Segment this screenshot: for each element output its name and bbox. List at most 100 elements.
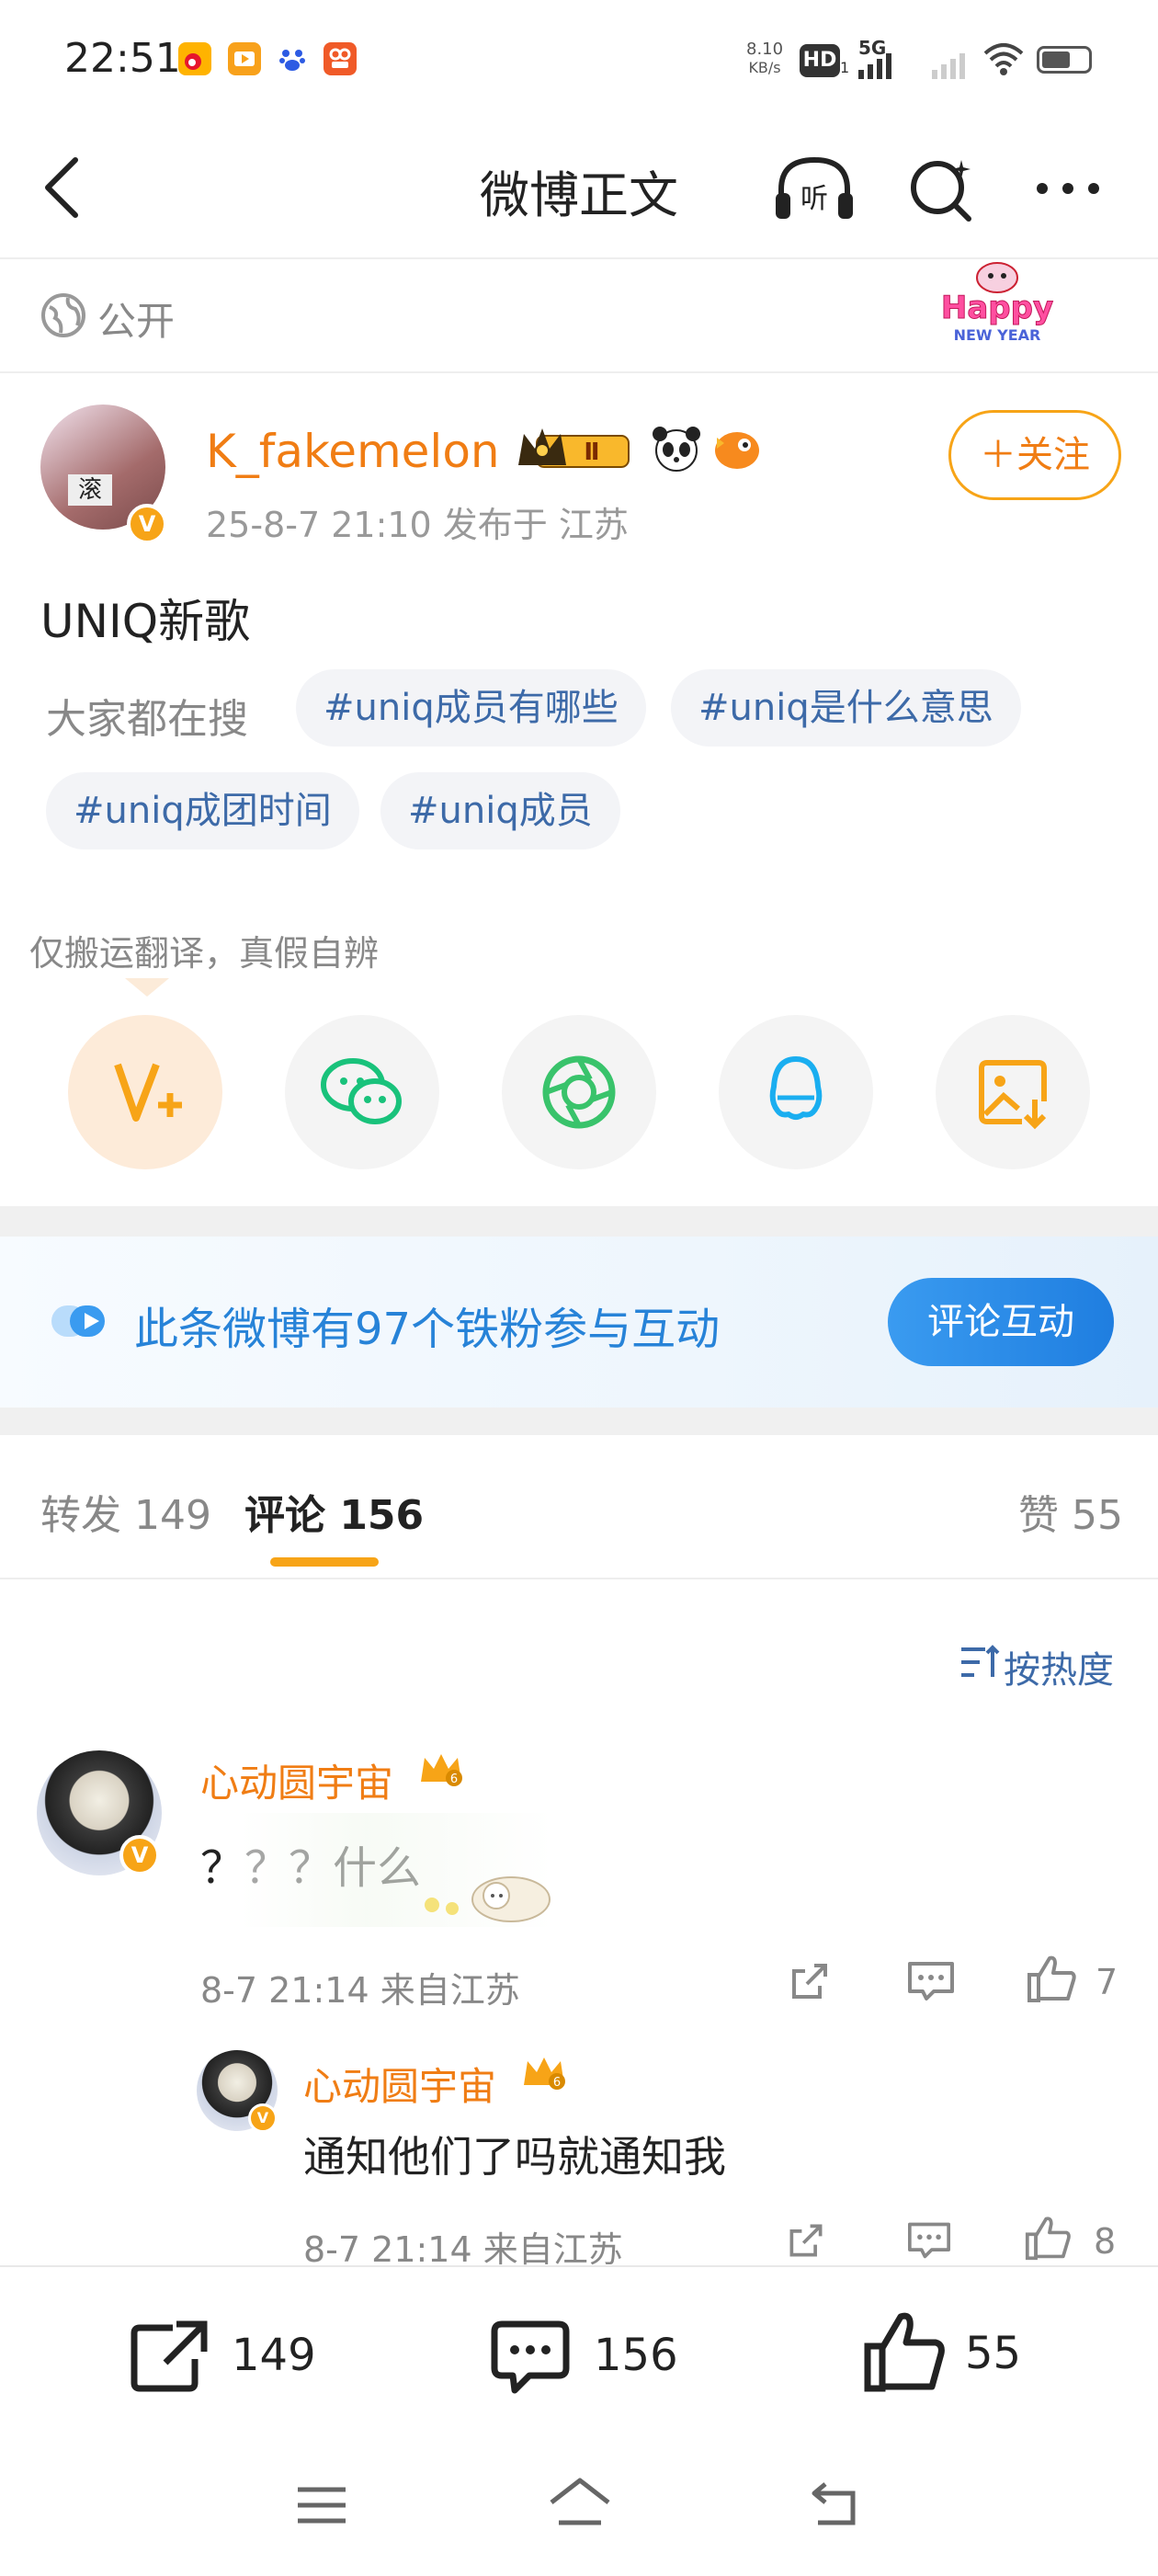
tab-likes[interactable]: 赞 55 (1018, 1482, 1123, 1541)
wifi-icon (982, 40, 1026, 81)
reply-like-count: 8 (1094, 2221, 1117, 2262)
fire-fan-icon (711, 425, 763, 476)
sim-index: 1 (840, 59, 850, 76)
topic-chip[interactable]: #uniq成团时间 (46, 772, 359, 849)
share-hint-pointer (125, 978, 169, 1002)
repost-to-weibo-button[interactable] (68, 1015, 222, 1169)
bottom-repost-button[interactable]: 149 (127, 2317, 329, 2396)
comment-interact-button[interactable]: 评论互动 (888, 1278, 1114, 1366)
bottom-comment-count: 156 (594, 2330, 678, 2381)
page-title: 微博正文 (480, 166, 678, 224)
fan-interaction-icon (50, 1302, 110, 1344)
comment-meta: 8-7 21:14 来自江苏 (200, 1970, 520, 2011)
commenter-name[interactable]: 心动圆宇宙 (200, 1752, 393, 1808)
avatar-sign: 滚 (68, 474, 112, 506)
verified-badge-icon: V (119, 1835, 160, 1875)
comment-reply-button[interactable] (906, 1958, 956, 2008)
reply-comment-button[interactable] (904, 2219, 954, 2265)
more-options-button[interactable] (1029, 165, 1107, 211)
thumbs-up-icon (1025, 2217, 1071, 2261)
wechat-icon (321, 1058, 402, 1124)
panda-icon (651, 425, 702, 476)
home-nav-button[interactable] (548, 2475, 612, 2530)
comment-bubble-icon (907, 2222, 950, 2259)
topic-chip[interactable]: #uniq是什么意思 (671, 669, 1021, 747)
sort-icon (959, 1644, 1000, 1684)
more-dots-icon (1037, 183, 1099, 194)
qq-icon (769, 1056, 823, 1120)
vip-level: Ⅱ (584, 439, 599, 466)
share-wechat-button[interactable] (285, 1015, 439, 1169)
svg-text:听: 听 (800, 183, 828, 215)
share-hint: 仅搬运翻译，真假自辨 (29, 933, 380, 974)
share-out-icon (792, 1964, 827, 1999)
follow-button[interactable]: ＋关注 (948, 410, 1121, 500)
comment-like-button[interactable] (1026, 1953, 1079, 2008)
section-divider (0, 1206, 1158, 1237)
svg-text:6: 6 (553, 2076, 561, 2090)
reply-like-button[interactable] (1022, 2214, 1075, 2265)
weibo-notification-icon (178, 42, 211, 75)
listen-button[interactable]: 听 (768, 151, 860, 228)
visibility-label: 公开 (97, 299, 176, 344)
net-speed: 8.10 KB/s (746, 40, 784, 77)
save-image-button[interactable] (936, 1015, 1090, 1169)
comment-share-button[interactable] (787, 1958, 833, 2008)
vip-badge-icon[interactable]: Ⅱ (515, 423, 643, 474)
reply-meta: 8-7 21:14 来自江苏 (303, 2229, 623, 2270)
reply-text: 通知他们了吗就通知我 (303, 2132, 726, 2182)
tab-comments[interactable]: 评论 156 (244, 1482, 424, 1541)
thumbs-up-icon (864, 2312, 945, 2392)
comment-like-count: 7 (1096, 1962, 1118, 2002)
headphone-icon: 听 (776, 156, 853, 219)
sheep-sticker-icon (419, 1857, 557, 1931)
banner-text: 此条微博有97个铁粉参与互动 (134, 1304, 721, 1355)
return-icon (812, 2482, 856, 2525)
happy-text: Happy (941, 290, 1053, 326)
globe-icon (40, 292, 86, 342)
home-icon (550, 2478, 610, 2525)
status-time: 22:51 (64, 35, 181, 82)
back-nav-button[interactable] (807, 2479, 862, 2530)
comment-icon (491, 2320, 570, 2394)
fan-crown-icon: 6 (520, 2054, 568, 2094)
battery-icon (1037, 46, 1092, 74)
verified-badge-icon: V (248, 2103, 278, 2133)
bottom-comment-button[interactable]: 156 (489, 2317, 691, 2396)
new-year-text: NEW YEAR (954, 326, 1041, 344)
tab-repost[interactable]: 转发 149 (40, 1482, 211, 1541)
save-image-icon (979, 1060, 1047, 1130)
trending-search-label: 大家都在搜 (46, 696, 248, 743)
search-button[interactable] (904, 153, 978, 226)
thumbs-up-icon (1027, 1955, 1076, 2002)
status-bar: 22:51 8.10 KB/s HD 1 5G (0, 0, 1158, 120)
app-notification-icon (324, 42, 357, 75)
weibo-repost-icon (114, 1063, 182, 1122)
reply-share-button[interactable] (783, 2219, 829, 2265)
share-moments-button[interactable] (502, 1015, 656, 1169)
bottom-like-button[interactable]: 55 (862, 2309, 1064, 2394)
moments-icon (542, 1055, 616, 1129)
verified-badge-icon: V (127, 504, 167, 544)
menu-nav-button[interactable] (294, 2482, 349, 2528)
topic-chip[interactable]: #uniq成员有哪些 (296, 669, 646, 747)
search-icon (911, 160, 971, 222)
comment-bubble-icon (908, 1962, 954, 2000)
author-name[interactable]: K_fakemelon (206, 425, 500, 478)
happy-new-year-decoration: Happy NEW YEAR (919, 257, 1075, 349)
share-out-icon (789, 2224, 823, 2257)
topic-chip[interactable]: #uniq成员 (380, 772, 620, 849)
repost-icon (131, 2320, 208, 2392)
active-tab-indicator (270, 1557, 379, 1567)
post-text: UNIQ新歌 (40, 595, 251, 648)
fan-crown-icon: 6 (417, 1750, 465, 1791)
video-app-notification-icon (228, 42, 261, 75)
share-qq-button[interactable] (719, 1015, 873, 1169)
svg-text:6: 6 (450, 1772, 458, 1786)
signal-icon (858, 53, 969, 85)
reply-user-name[interactable]: 心动圆宇宙 (303, 2056, 496, 2112)
sort-by-hot-button[interactable]: 按热度 (1004, 1640, 1114, 1693)
baidu-notification-icon (276, 42, 309, 75)
section-divider (0, 1408, 1158, 1435)
hd-voice-icon: HD (800, 44, 840, 77)
